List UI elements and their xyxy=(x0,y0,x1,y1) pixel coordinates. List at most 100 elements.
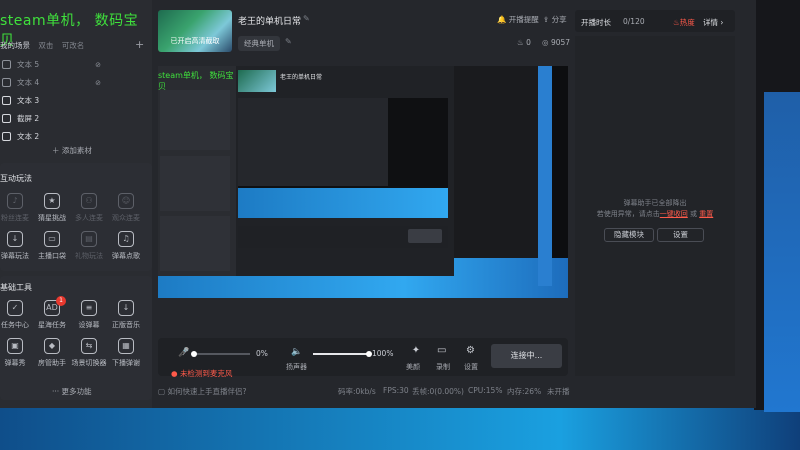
captured-title: 老王的单机日常 xyxy=(280,74,323,81)
tool-button[interactable]: ↓ 正版音乐 xyxy=(107,300,145,330)
tool-button[interactable]: ⚇ 多人连麦 xyxy=(70,193,108,223)
scene-item-label: 文本 5 xyxy=(17,60,40,69)
tool-button[interactable]: ☺ 观众连麦 xyxy=(107,193,145,223)
beauty-icon[interactable]: ✦ xyxy=(408,345,424,356)
star-icon: ★ xyxy=(44,193,60,209)
scene-item[interactable]: 文本 5 ⊘ xyxy=(0,56,145,73)
tool-button[interactable]: ♫ 弹幕点歌 xyxy=(107,231,145,261)
scene-item[interactable]: 截屏 2 xyxy=(0,110,145,127)
gear-icon[interactable]: ⚙ xyxy=(466,345,475,356)
basic-title: 基础工具 xyxy=(0,283,32,292)
scenes-title: 我的场景 xyxy=(0,41,30,50)
tool-button[interactable]: ↓ 弹幕玩法 xyxy=(0,231,34,261)
add-source-button[interactable]: ＋ 添加素材 xyxy=(52,145,92,156)
scene-item[interactable]: 文本 3 xyxy=(0,92,145,109)
more-features-button[interactable]: ··· 更多功能 xyxy=(52,386,92,397)
scene-tab-double[interactable]: 双击 xyxy=(38,41,53,50)
pocket-icon: ▭ xyxy=(44,231,60,247)
danmaku-panel: 弹幕助手已全部降出 若使用异常，请点击一键收回 或 重置 隐藏模块 设置 xyxy=(575,36,735,376)
edit-category-icon[interactable]: ✎ xyxy=(285,37,292,46)
tool-label: 主播口袋 xyxy=(38,252,66,260)
status-live-state: 未开播 xyxy=(547,387,570,396)
scene-type-icon xyxy=(2,78,11,87)
tool-button[interactable]: ♪ 粉丝连麦 xyxy=(0,193,34,223)
notification-badge: 1 xyxy=(56,296,66,306)
reminder-button[interactable]: 🔔 开播提醒 xyxy=(497,14,539,25)
preview-canvas[interactable]: steam单机， 数码宝贝 老王的单机日常 xyxy=(158,66,568,298)
speaker-volume-slider[interactable] xyxy=(313,351,372,357)
category-tag[interactable]: 经典单机 xyxy=(238,36,280,51)
add-scene-icon[interactable]: + xyxy=(135,38,144,51)
switch-icon: ⇆ xyxy=(81,338,97,354)
danmaku-hint: 若使用异常，请点击 xyxy=(596,210,660,218)
tool-label: 房管助手 xyxy=(38,359,66,367)
tool-button[interactable]: ▭ 主播口袋 xyxy=(33,231,71,261)
tool-button[interactable]: ▣ 弹幕秀 xyxy=(0,338,34,368)
tool-button[interactable]: ★ 猜星挑战 xyxy=(33,193,71,223)
captured-tools xyxy=(160,156,230,211)
visibility-icon[interactable]: ⊘ xyxy=(95,61,101,69)
status-bitrate: 码率:0kb/s xyxy=(338,387,376,396)
scene-item[interactable]: 文本 4 ⊘ xyxy=(0,74,145,91)
tool-label: 粉丝连麦 xyxy=(1,214,29,222)
tool-button[interactable]: ✓ 任务中心 xyxy=(0,300,34,330)
tool-label: 正版音乐 xyxy=(112,321,140,329)
record-icon[interactable]: ▭ xyxy=(437,345,446,356)
edit-title-icon[interactable]: ✎ xyxy=(303,14,310,23)
captured-cover xyxy=(238,70,276,92)
shield-icon: ◆ xyxy=(44,338,60,354)
connect-button[interactable]: 连接中... xyxy=(491,344,562,368)
danmaku-line1: 弹幕助手已全部降出 xyxy=(623,199,687,207)
tool-label: 弹幕秀 xyxy=(4,359,26,367)
calendar-icon: ▦ xyxy=(118,338,134,354)
mic-volume-slider[interactable] xyxy=(191,351,250,357)
detail-label: 详情 xyxy=(703,18,718,27)
tool-button[interactable]: ≡ 设弹幕 xyxy=(70,300,108,330)
scene-type-icon xyxy=(2,96,11,105)
tv-icon: ▣ xyxy=(7,338,23,354)
scene-tab-rename[interactable]: 可改名 xyxy=(62,41,85,50)
tool-button[interactable]: ▦ 下播弹谢 xyxy=(107,338,145,368)
music-icon: ♫ xyxy=(118,231,134,247)
danmaku-settings-button[interactable]: 设置 xyxy=(657,228,704,242)
captured-right-panel xyxy=(454,66,538,258)
stream-title[interactable]: 老王的单机日常 xyxy=(238,14,301,27)
captured-edge xyxy=(538,66,552,286)
scene-item-label: 文本 3 xyxy=(17,96,40,105)
reset-link[interactable]: 重置 xyxy=(699,210,713,218)
status-dropped: 丢帧:0(0.00%) xyxy=(412,387,464,396)
visibility-icon[interactable]: ⊘ xyxy=(95,79,101,87)
speaker-icon[interactable]: 🔈 xyxy=(291,347,302,357)
record-label[interactable]: 录制 xyxy=(436,362,450,372)
help-text: 如何快速上手直播伴侣? xyxy=(167,387,247,396)
help-link[interactable]: ▢ 如何快速上手直播伴侣? xyxy=(158,386,246,397)
tool-button[interactable]: ▤ 礼物玩法 xyxy=(70,231,108,261)
beauty-label[interactable]: 美颜 xyxy=(406,362,420,372)
detail-button[interactable]: 详情 › xyxy=(703,17,723,28)
share-button[interactable]: ⇪ 分享 xyxy=(543,14,567,25)
tool-label: 礼物玩法 xyxy=(75,252,103,260)
task-icon: ✓ xyxy=(7,300,23,316)
tool-button[interactable]: ⇆ 场景切换器 xyxy=(70,338,108,368)
hide-module-button[interactable]: 隐藏模块 xyxy=(604,228,654,242)
status-memory: 内存:26% xyxy=(507,387,542,396)
mic-volume-value: 0% xyxy=(256,349,268,358)
mic-volume-knob[interactable] xyxy=(191,351,197,357)
tool-button[interactable]: AD 1 星海任务 xyxy=(33,296,71,330)
stream-cover-thumbnail[interactable]: 已开启高清截取 xyxy=(158,10,232,52)
download-icon: ↓ xyxy=(7,231,23,247)
interactive-title: 互动玩法 xyxy=(0,174,32,183)
duration-label: 开播时长 xyxy=(581,18,611,27)
status-cpu: CPU:15% xyxy=(468,386,503,395)
settings-label[interactable]: 设置 xyxy=(464,362,478,372)
scene-item[interactable]: 文本 2 xyxy=(0,128,145,145)
danmaku-line2: 若使用异常，请点击一键收回 或 重置 xyxy=(575,209,735,219)
tool-label: 弹幕玩法 xyxy=(1,252,29,260)
views-count: ◎ 9057 xyxy=(542,38,571,47)
recall-link[interactable]: 一键收回 xyxy=(660,210,688,218)
mic-muted-icon[interactable]: 🎤̸ xyxy=(178,348,189,358)
tool-label: 星海任务 xyxy=(38,321,66,329)
mic-warning: ● 未检测到麦克风 xyxy=(171,369,233,378)
tool-button[interactable]: ◆ 房管助手 xyxy=(33,338,71,368)
interactive-panel: 互动玩法 ♪ 粉丝连麦 ★ 猜星挑战 ⚇ 多人连麦 ☺ 观众连麦 ↓ 弹幕玩法 ▭ 主播口袋 ▤ 礼物玩法… xyxy=(0,163,152,271)
